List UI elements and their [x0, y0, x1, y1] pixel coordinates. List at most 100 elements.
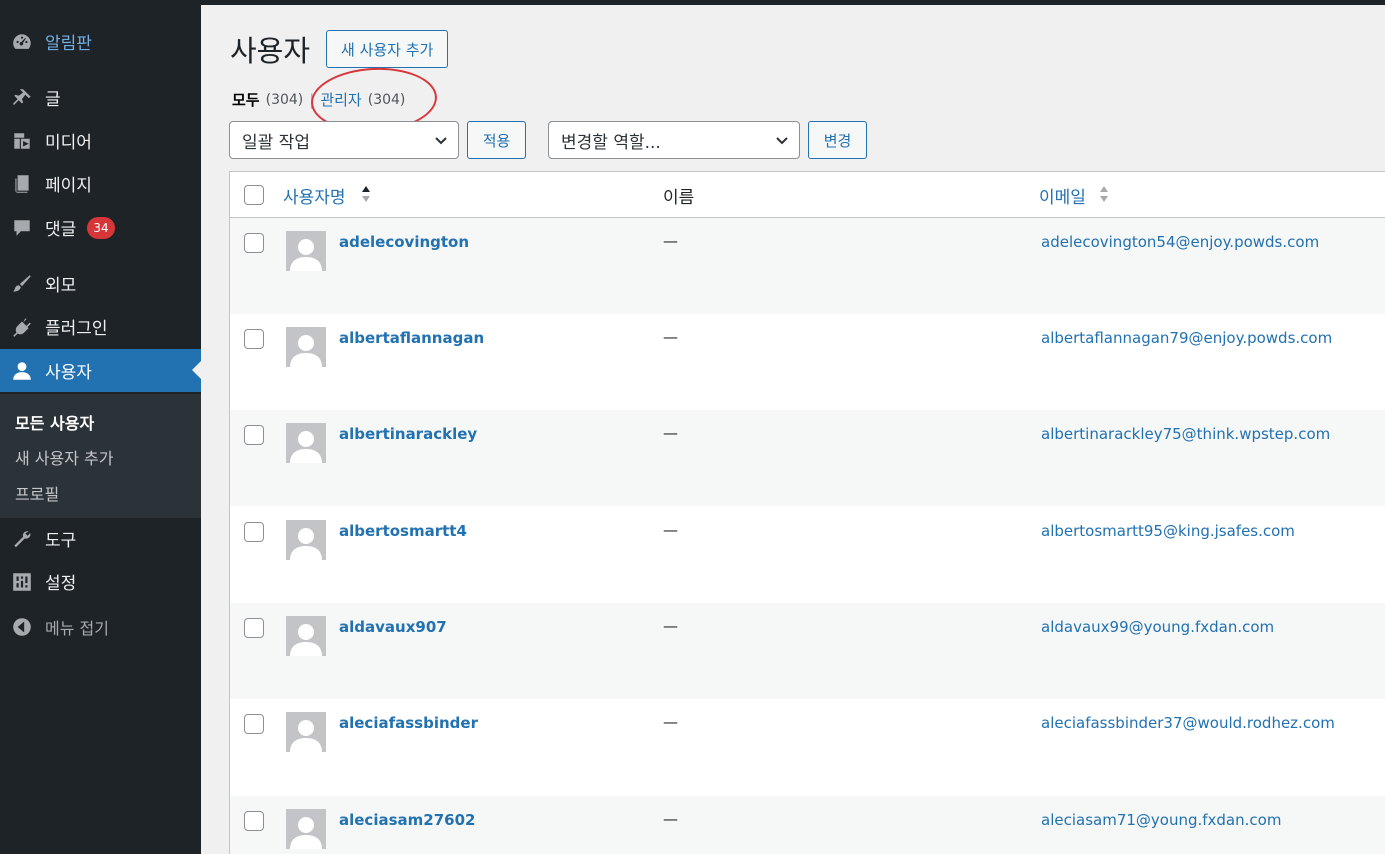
apply-button[interactable]: 적용	[467, 121, 526, 159]
email-link[interactable]: aleciafassbinder37@would.rodhez.com	[1041, 714, 1335, 732]
row-checkbox[interactable]	[244, 522, 264, 542]
email-link[interactable]: albertaflannagan79@enjoy.powds.com	[1041, 329, 1332, 347]
row-checkbox[interactable]	[244, 233, 264, 253]
main-content: 사용자 새 사용자 추가 모두 (304) | 관리자 (304) 일괄 작업 …	[201, 5, 1385, 854]
table-row: albertaflannagan — albertaflannagan79@en…	[230, 314, 1385, 410]
sidebar-item-label: 페이지	[45, 176, 92, 196]
email-link[interactable]: albertinarackley75@think.wpstep.com	[1041, 425, 1330, 443]
table-header: 사용자명 이름 이메일	[230, 172, 1385, 218]
name-value: —	[663, 521, 678, 539]
media-icon	[10, 129, 34, 153]
name-value: —	[663, 328, 678, 346]
username-link[interactable]: albertaflannagan	[339, 329, 484, 347]
page-title: 사용자	[230, 34, 311, 68]
sidebar-item-label: 설정	[45, 574, 77, 594]
row-checkbox[interactable]	[244, 425, 264, 445]
sidebar-item-label: 외모	[45, 276, 77, 296]
table-row: albertosmartt4 — albertosmartt95@king.js…	[230, 507, 1385, 603]
column-username[interactable]: 사용자명	[283, 183, 346, 208]
avatar	[286, 809, 326, 849]
avatar	[286, 520, 326, 560]
settings-icon	[10, 570, 34, 594]
name-value: —	[663, 713, 678, 731]
email-link[interactable]: albertosmartt95@king.jsafes.com	[1041, 522, 1295, 540]
sort-arrows-icon	[1100, 186, 1108, 202]
name-value: —	[663, 617, 678, 635]
avatar	[286, 712, 326, 752]
column-email[interactable]: 이메일	[1039, 183, 1086, 208]
avatar	[286, 423, 326, 463]
email-link[interactable]: aldavaux99@young.fxdan.com	[1041, 618, 1274, 636]
username-link[interactable]: albertosmartt4	[339, 522, 467, 540]
change-role-select[interactable]: 변경할 역할...	[548, 121, 800, 159]
sidebar-item-label: 미디어	[45, 133, 92, 153]
bulk-action-select[interactable]: 일괄 작업	[229, 121, 459, 159]
column-name: 이름	[663, 188, 695, 208]
sidebar-item-comments[interactable]: 댓글 34	[0, 206, 201, 249]
select-all-checkbox[interactable]	[244, 185, 264, 205]
sidebar-item-posts[interactable]: 글	[0, 76, 201, 119]
plugin-icon	[10, 315, 34, 339]
username-link[interactable]: aleciasam27602	[339, 811, 475, 829]
sidebar-item-media[interactable]: 미디어	[0, 119, 201, 162]
admin-sidebar: 알림판 글 미디어 페이지 댓글 34 외모 플러그인 사용자 모든 사용자 새…	[0, 0, 201, 854]
sidebar-item-label: 알림판	[45, 34, 92, 54]
sidebar-item-plugins[interactable]: 플러그인	[0, 305, 201, 348]
table-row: albertinarackley — albertinarackley75@th…	[230, 410, 1385, 506]
brush-icon	[10, 272, 34, 296]
add-new-user-button[interactable]: 새 사용자 추가	[326, 30, 449, 68]
filter-all-count: (304)	[265, 91, 304, 108]
row-checkbox[interactable]	[244, 618, 264, 638]
pin-icon	[10, 86, 34, 110]
sidebar-item-label: 사용자	[45, 363, 92, 383]
sidebar-item-label: 댓글	[45, 220, 77, 240]
row-checkbox[interactable]	[244, 714, 264, 734]
submenu-add-user[interactable]: 새 사용자 추가	[15, 445, 114, 469]
users-submenu: 모든 사용자 새 사용자 추가 프로필	[0, 394, 201, 518]
sidebar-item-users[interactable]: 사용자	[0, 349, 201, 392]
sidebar-item-label: 글	[45, 90, 61, 110]
submenu-all-users[interactable]: 모든 사용자	[15, 410, 94, 434]
bulk-action-value: 일괄 작업	[242, 132, 310, 153]
collapse-icon	[10, 615, 34, 639]
page-icon	[10, 172, 34, 196]
change-role-value: 변경할 역할...	[561, 132, 661, 153]
email-link[interactable]: aleciasam71@young.fxdan.com	[1041, 811, 1281, 829]
avatar	[286, 616, 326, 656]
sidebar-item-pages[interactable]: 페이지	[0, 162, 201, 205]
name-value: —	[663, 232, 678, 250]
avatar	[286, 327, 326, 367]
sidebar-item-label: 메뉴 접기	[45, 618, 109, 638]
comment-count-badge: 34	[87, 217, 115, 239]
username-link[interactable]: aleciafassbinder	[339, 714, 478, 732]
row-checkbox[interactable]	[244, 329, 264, 349]
change-role-button[interactable]: 변경	[808, 121, 867, 159]
comment-icon	[10, 216, 34, 240]
username-link[interactable]: albertinarackley	[339, 425, 477, 443]
chevron-down-icon	[434, 133, 448, 147]
sort-ascending-icon	[362, 186, 370, 202]
filter-all-link[interactable]: 모두	[232, 89, 260, 110]
user-icon	[10, 359, 34, 383]
sidebar-item-appearance[interactable]: 외모	[0, 262, 201, 305]
dashboard-icon	[10, 30, 34, 54]
sidebar-item-dashboard[interactable]: 알림판	[0, 20, 201, 63]
wrench-icon	[10, 527, 34, 551]
sidebar-item-label: 플러그인	[45, 319, 108, 339]
avatar	[286, 231, 326, 271]
username-link[interactable]: aldavaux907	[339, 618, 447, 636]
name-value: —	[663, 424, 678, 442]
username-link[interactable]: adelecovington	[339, 233, 469, 251]
row-checkbox[interactable]	[244, 811, 264, 831]
sidebar-item-tools[interactable]: 도구	[0, 517, 201, 560]
email-link[interactable]: adelecovington54@enjoy.powds.com	[1041, 233, 1319, 251]
sidebar-collapse-menu[interactable]: 메뉴 접기	[0, 605, 201, 648]
table-row: adelecovington — adelecovington54@enjoy.…	[230, 218, 1385, 314]
name-value: —	[663, 810, 678, 828]
users-table: 사용자명 이름 이메일 adelecovington — adelecoving…	[229, 171, 1385, 854]
chevron-down-icon	[775, 133, 789, 147]
table-row: aldavaux907 — aldavaux99@young.fxdan.com	[230, 603, 1385, 699]
table-row: aleciasam27602 — aleciasam71@young.fxdan…	[230, 796, 1385, 854]
sidebar-item-settings[interactable]: 설정	[0, 560, 201, 603]
submenu-profile[interactable]: 프로필	[15, 481, 59, 505]
